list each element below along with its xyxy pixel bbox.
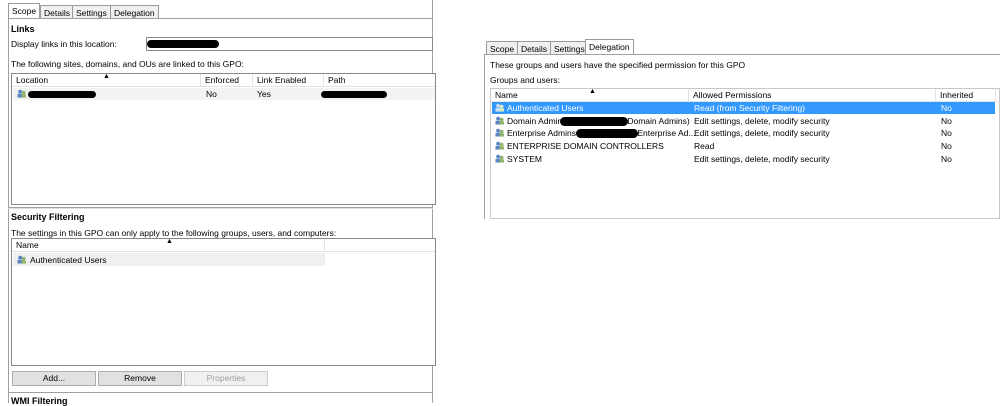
row-name: Authenticated Users [507,103,584,113]
wmi-filtering-title: WMI Filtering [11,396,68,406]
display-links-label: Display links in this location: [11,39,117,49]
left-gpo-window: Scope Details Settings Delegation Links … [0,0,436,406]
window-left-edge [8,18,9,403]
right-tab-details[interactable]: Details [517,41,551,55]
row-permissions: Read (from Security Filtering) [694,103,806,113]
redacted-domain [576,129,638,138]
row-permissions: Edit settings, delete, modify security [694,128,830,138]
links-header-row: Location ▲ Enforced Link Enabled Path [12,74,435,87]
display-links-field[interactable] [146,37,433,51]
security-header-row: Name ▲ [12,239,435,252]
col-inherited[interactable]: Inherited [936,89,996,101]
left-tab-details[interactable]: Details [40,5,74,19]
col-enforced[interactable]: Enforced [201,74,253,86]
row-inherited: No [941,103,952,113]
delegation-description: These groups and users have the specifie… [490,60,746,70]
table-row[interactable]: Domain Admins \Domain Admins) Edit setti… [492,115,995,127]
row-inherited: No [941,141,952,151]
users-icon [495,103,504,112]
users-icon [495,141,504,150]
row-name: ENTERPRISE DOMAIN CONTROLLERS [507,141,664,151]
users-icon [495,116,504,125]
redacted-link-location [28,91,96,98]
left-tab-scope[interactable]: Scope [8,3,41,19]
row-name: Domain Admins [507,116,567,126]
right-tab-scope[interactable]: Scope [486,41,519,55]
left-tab-delegation[interactable]: Delegation [110,5,159,19]
table-row[interactable]: No Yes [13,88,435,100]
links-list[interactable]: Location ▲ Enforced Link Enabled Path No… [11,73,436,205]
section-splitter[interactable] [8,207,433,209]
row-name-suffix: \Domain Admins) [625,116,690,126]
domain-icon [17,89,26,98]
users-icon [495,154,504,163]
security-row-name: Authenticated Users [30,255,107,265]
sort-up-icon: ▲ [166,238,173,245]
right-tab-strip-line [484,54,1000,55]
tab-strip-line [8,18,433,19]
delegation-header-row: Name ▲ Allowed Permissions Inherited [491,89,999,102]
security-filtering-list[interactable]: Name ▲ Authenticated Users [11,238,436,366]
row-inherited: No [941,116,952,126]
table-row[interactable]: Authenticated Users [13,253,325,266]
redacted-link-path [321,91,387,98]
security-filtering-title: Security Filtering [11,212,85,222]
links-description: The following sites, domains, and OUs ar… [11,59,244,69]
row-permissions: Read [694,141,715,151]
col-link-enabled[interactable]: Link Enabled [253,74,324,86]
left-tab-settings[interactable]: Settings [72,5,111,19]
row-inherited: No [941,128,952,138]
row-link-enabled: Yes [257,89,271,99]
row-permissions: Edit settings, delete, modify security [694,116,830,126]
sort-up-icon: ▲ [589,88,596,95]
users-icon [17,255,26,264]
users-icon [495,128,504,137]
wmi-splitter [8,392,433,393]
add-button[interactable]: Add... [12,371,96,386]
row-permissions: Edit settings, delete, modify security [694,154,830,164]
groups-label: Groups and users: [490,75,560,85]
redacted-location [147,40,219,48]
row-enforced: No [206,89,217,99]
row-name: Enterprise Admins [507,128,576,138]
table-row[interactable]: SYSTEM Edit settings, delete, modify sec… [492,153,995,165]
remove-button[interactable]: Remove [98,371,182,386]
row-name-suffix: \Enterprise Ad... [635,128,696,138]
properties-button[interactable]: Properties [184,371,268,386]
table-row[interactable]: Authenticated Users Read (from Security … [492,102,995,114]
redacted-domain [560,117,628,126]
table-row[interactable]: ENTERPRISE DOMAIN CONTROLLERS Read No [492,140,995,152]
right-tab-delegation[interactable]: Delegation [585,39,634,55]
delegation-list[interactable]: Name ▲ Allowed Permissions Inherited Aut… [490,88,1000,219]
links-title: Links [11,24,35,34]
table-row[interactable]: Enterprise Admins \Enterprise Ad... Edit… [492,127,995,139]
col-path[interactable]: Path [324,74,435,86]
right-tab-settings[interactable]: Settings [550,41,589,55]
security-filtering-description: The settings in this GPO can only apply … [11,228,337,238]
row-inherited: No [941,154,952,164]
right-gpo-window: Scope Details Settings Delegation These … [484,37,1000,219]
row-name: SYSTEM [507,154,542,164]
right-window-left-edge [484,54,485,219]
col-allowed-permissions[interactable]: Allowed Permissions [689,89,936,101]
sort-up-icon: ▲ [103,73,110,80]
